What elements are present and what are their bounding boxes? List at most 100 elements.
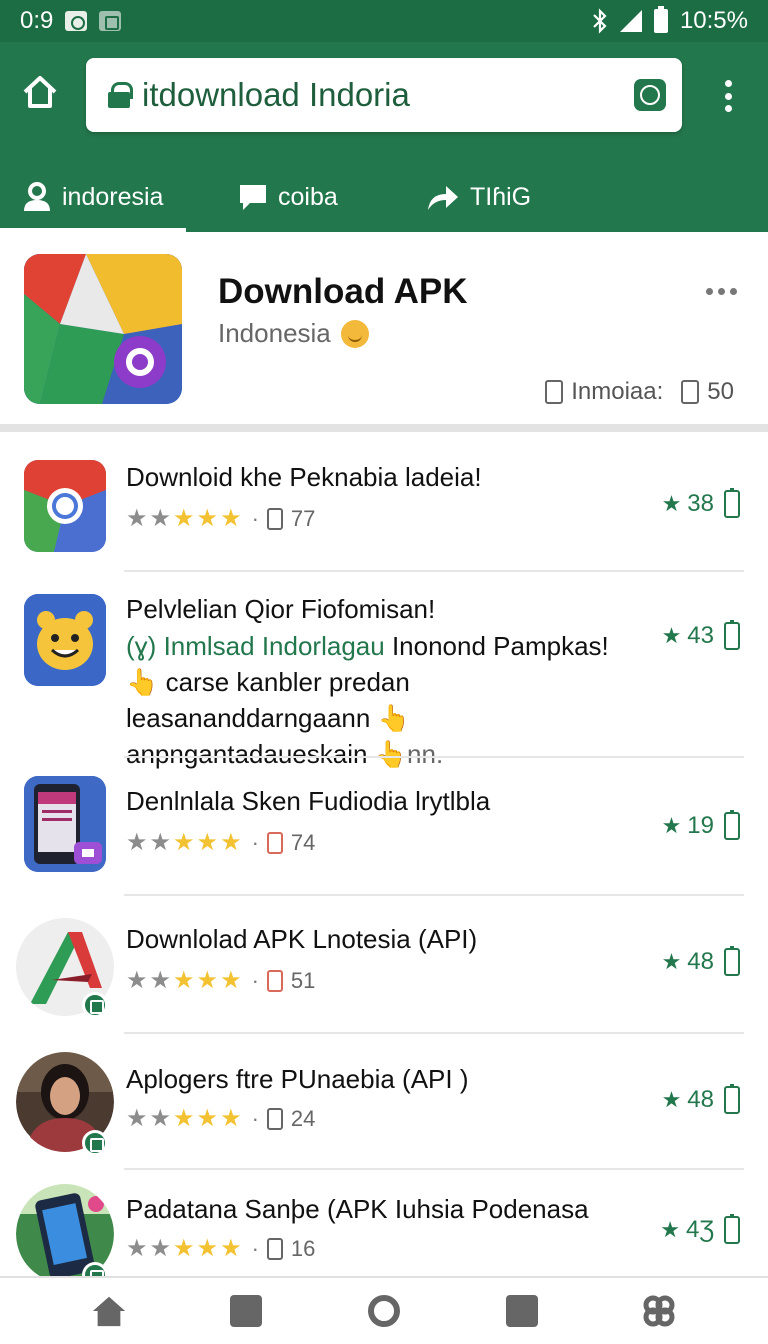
app-score: ★ 38: [662, 488, 740, 518]
app-rating: ★★ ★★★ · 77: [126, 505, 316, 532]
page-title: Download APK: [218, 272, 468, 311]
app-score: ★ 48: [661, 946, 740, 976]
document-icon: [545, 380, 564, 404]
clipboard-icon: [681, 380, 700, 404]
home-icon: [92, 1296, 125, 1327]
smile-emoji-icon: [340, 319, 369, 348]
download-apk-logo-icon: [24, 254, 182, 404]
camera-notification-icon: [65, 11, 88, 31]
apps-icon: [230, 1295, 263, 1327]
nav-settings-button[interactable]: [641, 1293, 677, 1329]
app-score: ★ 43: [661, 620, 740, 650]
nav-apps-button[interactable]: [228, 1293, 264, 1329]
star-icons-grey: ★★: [126, 505, 174, 532]
signal-icon: [619, 10, 642, 32]
list-item[interactable]: Aplogers ftre PUnaebia (API ) ★★ ★★★ · 24…: [0, 1034, 768, 1170]
verified-badge-icon: [82, 992, 108, 1018]
nav-circle-button[interactable]: [366, 1293, 402, 1329]
circle-icon: [367, 1295, 400, 1327]
score-value: 43: [687, 622, 714, 649]
meta-count: 50: [707, 378, 734, 405]
more-options-button[interactable]: [706, 288, 737, 295]
score-value: 38: [687, 490, 714, 517]
battery-icon: [653, 6, 668, 33]
phone-icon: [724, 946, 740, 976]
app-score: ★ 4Ʒ: [660, 1214, 740, 1244]
download-count: 51: [290, 967, 316, 993]
description-highlight: (ɣ) Inmlsad Indorlagau: [126, 631, 385, 661]
score-value: 19: [687, 812, 714, 839]
overflow-menu-button[interactable]: [718, 80, 738, 112]
download-count: 24: [290, 1105, 316, 1131]
tab-bar: indoresia coiba TIɦiG: [0, 162, 768, 232]
nav-files-button[interactable]: [504, 1293, 540, 1329]
navigation-icon[interactable]: [634, 79, 666, 111]
star-icons-gold: ★★★: [173, 505, 244, 532]
download-count: 16: [290, 1235, 316, 1261]
app-name: Aplogers ftre PUnaebia (API ): [126, 1064, 469, 1094]
star-icons-gold: ★★★: [173, 1235, 244, 1262]
chat-icon: [238, 182, 268, 212]
tab-coiba[interactable]: coiba: [186, 162, 376, 232]
download-count: 74: [290, 829, 316, 855]
tab-tihig[interactable]: TIɦiG: [376, 162, 596, 232]
app-name: Downlolad APK Lnotesia (API): [126, 924, 478, 954]
score-value: 4Ʒ: [685, 1216, 714, 1243]
browser-toolbar: indoresia coiba TIɦiG: [0, 42, 768, 232]
list-item[interactable]: Pelvlelian Qior Fiofomisan! (ɣ) Inmlsad …: [0, 572, 768, 769]
list-item[interactable]: Downloid khe Peknabia ladeia! ★★ ★★★ · 77…: [0, 440, 768, 572]
chrome-app-icon: [24, 460, 106, 552]
star-icons-grey: ★★: [126, 1105, 174, 1132]
bottom-navigation: [0, 1276, 768, 1344]
bluetooth-icon: [593, 8, 607, 34]
download-count-icon: [266, 969, 283, 992]
app-rating: ★★ ★★★ · 16: [126, 1235, 316, 1262]
phone-icon: [724, 620, 740, 650]
meta-label: Inmoiaa:: [571, 378, 664, 405]
files-icon: [505, 1295, 538, 1327]
url-input[interactable]: [142, 76, 634, 114]
tab-indoresia[interactable]: indoresia: [0, 162, 186, 232]
app-score: ★ 19: [661, 810, 740, 840]
download-count-icon: [266, 507, 283, 530]
status-time-left: 0:9: [20, 7, 54, 34]
status-time-right: 10:5%: [679, 7, 748, 34]
smiley-app-icon: [24, 594, 106, 686]
score-value: 48: [687, 948, 714, 975]
tab-label: indoresia: [62, 182, 164, 211]
nav-home-button[interactable]: [91, 1293, 127, 1329]
list-item[interactable]: Denlnlala Sken Fudiodia lrytlbla ★★ ★★★ ·…: [0, 758, 768, 896]
star-icon: ★: [660, 1217, 680, 1242]
download-count: 77: [290, 505, 316, 531]
app-name: Downloid khe Peknabia ladeia!: [126, 462, 482, 492]
star-icon: ★: [661, 949, 682, 974]
list-item[interactable]: Downlolad APK Lnotesia (API) ★★ ★★★ · 51 …: [0, 896, 768, 1034]
star-icon: ★: [661, 813, 682, 838]
address-bar[interactable]: [86, 58, 682, 132]
star-icons-gold: ★★★: [173, 1105, 244, 1132]
page-subtitle: Indonesia: [218, 318, 369, 349]
status-bar: 0:9 10:5%: [0, 0, 768, 42]
header-meta: Inmoiaa: 50: [545, 378, 734, 406]
share-icon: [426, 182, 460, 212]
app-name: Padatana Sanþe (APK Iuhsia Podenasa: [126, 1194, 589, 1224]
subtitle-text: Indonesia: [218, 318, 331, 348]
settings-icon: [643, 1295, 675, 1327]
phone-app-icon: [24, 776, 106, 872]
list-item[interactable]: Padatana Sanþe (APK Iuhsia Podenasa ★★ ★★…: [0, 1170, 768, 1276]
home-button[interactable]: [20, 72, 60, 112]
download-count-icon: [266, 1107, 283, 1130]
app-notification-icon: [99, 11, 122, 31]
star-icons-grey: ★★: [126, 829, 174, 856]
app-name: Pelvlelian Qior Fiofomisan!: [126, 594, 436, 624]
star-icons-gold: ★★★: [173, 967, 244, 994]
star-icons-grey: ★★: [126, 1235, 174, 1262]
app-rating: ★★ ★★★ · 24: [126, 1105, 316, 1132]
star-icon: ★: [661, 623, 682, 648]
app-rating: ★★ ★★★ · 74: [126, 829, 316, 856]
phone-icon: [724, 1084, 740, 1114]
home-icon: [23, 76, 57, 108]
download-count-icon: [266, 1237, 283, 1260]
phone-icon: [724, 1214, 740, 1244]
score-value: 48: [687, 1086, 714, 1113]
